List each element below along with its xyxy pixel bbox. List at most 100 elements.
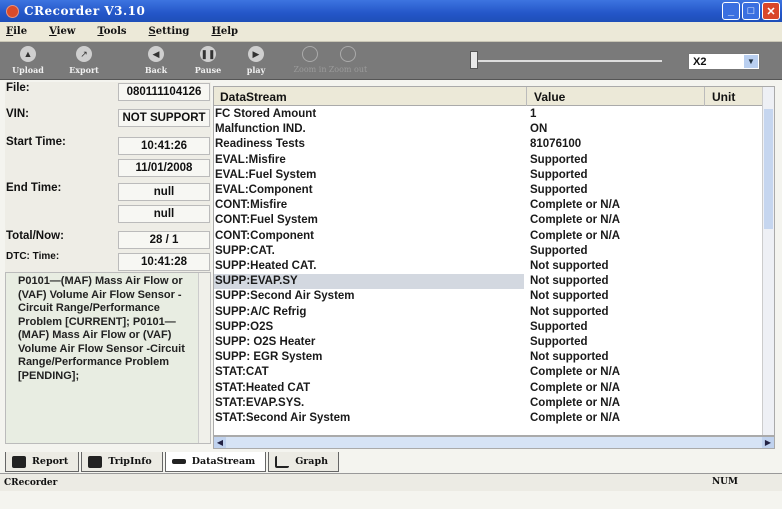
- play-label: play: [246, 65, 266, 75]
- zoom-out-button[interactable]: Zoom out: [322, 44, 374, 78]
- table-row[interactable]: FC Stored Amount 1: [214, 107, 764, 122]
- table-row[interactable]: STAT:Heated CAT Complete or N/A: [214, 381, 764, 396]
- start-time-label: Start Time:: [6, 136, 66, 148]
- status-app-name: CRecorder: [4, 477, 58, 488]
- maximize-icon[interactable]: □: [742, 2, 760, 20]
- dtc-time-value: 10:41:28: [118, 253, 210, 271]
- table-row[interactable]: CONT:Misfire Complete or N/A: [214, 198, 764, 213]
- datastream-cell: SUPP: O2S Heater: [215, 336, 316, 348]
- back-button[interactable]: ◀ Back: [130, 44, 182, 78]
- menu-help[interactable]: Help: [211, 26, 238, 37]
- value-cell: Complete or N/A: [530, 412, 621, 424]
- chevron-down-icon[interactable]: ▼: [744, 55, 758, 68]
- table-row[interactable]: SUPP:O2S Supported: [214, 320, 764, 335]
- table-row[interactable]: STAT:Second Air System Complete or N/A: [214, 411, 764, 426]
- datastream-cell: SUPP:O2S: [215, 320, 274, 333]
- table-row[interactable]: Malfunction IND. ON: [214, 122, 764, 137]
- minimize-icon[interactable]: _: [722, 2, 740, 20]
- value-cell: Complete or N/A: [530, 229, 621, 242]
- vin-row: VIN: NOT SUPPORT: [5, 108, 211, 128]
- table-row[interactable]: EVAL:Misfire Supported: [214, 153, 764, 168]
- datastream-icon: [171, 459, 186, 464]
- export-button[interactable]: ↗ Export: [58, 44, 110, 78]
- table-row[interactable]: SUPP: EGR System Not supported: [214, 350, 764, 365]
- speed-select[interactable]: X2 ▼: [688, 53, 760, 70]
- datastream-cell: EVAL:Fuel System: [215, 168, 317, 181]
- view-tabs: Report TripInfo DataStream Graph: [5, 452, 341, 472]
- value-cell: Not supported: [530, 305, 609, 318]
- tab-datastream[interactable]: DataStream: [164, 452, 267, 472]
- menu-setting[interactable]: Setting: [149, 26, 190, 37]
- speed-value: X2: [693, 55, 707, 68]
- info-panel: File: 080111104126 VIN: NOT SUPPORT Star…: [5, 82, 211, 444]
- menu-tools[interactable]: Tools: [97, 26, 126, 37]
- header-datastream[interactable]: DataStream: [220, 90, 287, 104]
- tab-graph[interactable]: Graph: [268, 452, 340, 472]
- value-cell: Supported: [530, 168, 588, 181]
- datastream-cell: CONT:Misfire: [215, 199, 288, 212]
- datastream-table: DataStream Value Unit FC Stored Amount 1 M…: [213, 86, 775, 436]
- value-cell: Not supported: [530, 351, 609, 364]
- title-bar: CRecorder V3.10 _ □ ✕: [0, 0, 782, 22]
- datastream-cell: CONT:Fuel System: [215, 214, 318, 227]
- datastream-cell: STAT:Second Air System: [215, 412, 351, 424]
- file-label: File:: [6, 82, 30, 94]
- tab-report[interactable]: Report: [5, 452, 80, 472]
- table-vertical-scrollbar[interactable]: [762, 87, 774, 435]
- datastream-cell: EVAL:Component: [215, 184, 313, 196]
- dtc-time-label: DTC: Time:: [6, 251, 60, 262]
- table-row[interactable]: SUPP:Heated CAT. Not supported: [214, 259, 764, 274]
- dtc-scrollbar[interactable]: [198, 273, 210, 443]
- scroll-right-icon[interactable]: ▶: [762, 437, 774, 448]
- table-row[interactable]: SUPP:EVAP.SY Not supported: [214, 274, 764, 290]
- export-label: Export: [69, 65, 99, 75]
- table-row[interactable]: EVAL:Component Supported: [214, 183, 764, 198]
- total-row: Total/Now: 28 / 1: [5, 230, 211, 250]
- value-cell: ON: [530, 123, 548, 136]
- table-row[interactable]: SUPP:A/C Refrig Not supported: [214, 305, 764, 320]
- file-row: File: 080111104126: [5, 82, 211, 102]
- start-time-value: 10:41:26: [118, 137, 210, 155]
- header-value[interactable]: Value: [534, 90, 565, 104]
- vin-label: VIN:: [6, 108, 29, 120]
- end-time-row: End Time: null: [5, 182, 211, 202]
- menu-file[interactable]: File: [6, 26, 27, 37]
- pause-label: Pause: [194, 65, 222, 75]
- menu-bar: File View Tools Setting Help: [0, 22, 782, 42]
- value-cell: Supported: [530, 153, 588, 166]
- datastream-cell: SUPP:Heated CAT.: [215, 260, 317, 272]
- playback-slider-track[interactable]: [476, 60, 662, 62]
- value-cell: Complete or N/A: [530, 396, 621, 409]
- scroll-left-icon[interactable]: ◀: [214, 437, 226, 448]
- menu-view[interactable]: View: [49, 26, 75, 37]
- table-row[interactable]: Readiness Tests 81076100: [214, 137, 764, 152]
- tab-tripinfo[interactable]: TripInfo: [81, 452, 163, 472]
- play-button[interactable]: ▶ play: [230, 44, 282, 78]
- table-row[interactable]: SUPP: O2S Heater Supported: [214, 335, 764, 350]
- table-row[interactable]: CONT:Fuel System Complete or N/A: [214, 213, 764, 228]
- tab-graph-label: Graph: [295, 456, 329, 467]
- table-row[interactable]: STAT:CAT Complete or N/A: [214, 365, 764, 380]
- close-icon[interactable]: ✕: [762, 2, 780, 20]
- datastream-cell: Malfunction IND.: [215, 123, 306, 136]
- datastream-cell: SUPP:CAT.: [215, 244, 275, 257]
- vertical-scroll-thumb[interactable]: [764, 109, 773, 229]
- header-unit[interactable]: Unit: [712, 90, 735, 104]
- table-row[interactable]: CONT:Component Complete or N/A: [214, 229, 764, 244]
- table-row[interactable]: SUPP:Second Air System Not supported: [214, 289, 764, 304]
- datastream-cell: SUPP:A/C Refrig: [215, 305, 307, 318]
- start-time-row: Start Time: 10:41:26: [5, 136, 211, 156]
- pause-button[interactable]: ❚❚ Pause: [182, 44, 234, 78]
- table-row[interactable]: EVAL:Fuel System Supported: [214, 168, 764, 183]
- tab-datastream-label: DataStream: [191, 456, 256, 467]
- table-row[interactable]: SUPP:CAT. Supported: [214, 244, 764, 259]
- table-horizontal-scrollbar[interactable]: ◀ ▶: [213, 436, 775, 449]
- datastream-cell: STAT:Heated CAT: [215, 381, 311, 394]
- upload-button[interactable]: ▲ Upload: [2, 44, 54, 78]
- table-row[interactable]: STAT:EVAP.SYS. Complete or N/A: [214, 396, 764, 411]
- value-cell: Complete or N/A: [530, 199, 621, 212]
- value-cell: Supported: [530, 244, 588, 257]
- datastream-cell: STAT:EVAP.SYS.: [215, 396, 305, 409]
- playback-slider-thumb[interactable]: [470, 51, 478, 69]
- dtc-list[interactable]: P0101—(MAF) Mass Air Flow or (VAF) Volum…: [5, 272, 211, 444]
